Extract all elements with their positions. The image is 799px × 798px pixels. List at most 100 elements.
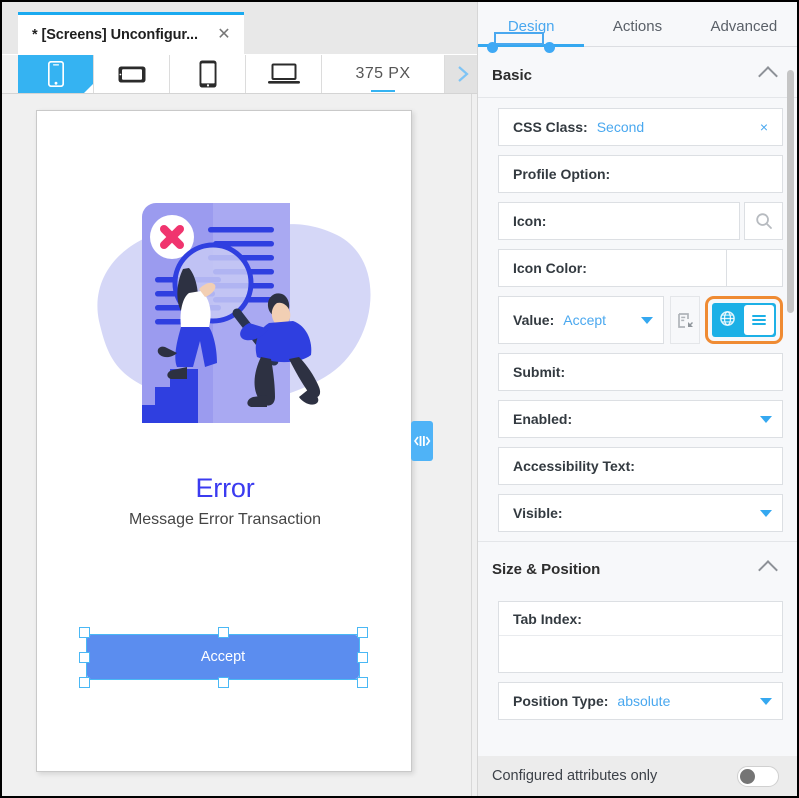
- field-row-enabled: Enabled:: [498, 400, 783, 438]
- chevron-right-icon: [458, 66, 469, 82]
- illustration-svg: [97, 203, 371, 423]
- expression-editor-button[interactable]: [670, 296, 700, 344]
- basic-fields: CSS Class: Second × Profile Option: Icon…: [478, 98, 797, 532]
- error-search-illustration: [37, 171, 411, 451]
- position-type-field[interactable]: Position Type: absolute: [498, 682, 783, 720]
- tablet-portrait-icon: [199, 60, 216, 88]
- value-field[interactable]: Value: Accept: [498, 296, 664, 344]
- list-lines-icon: [752, 315, 766, 325]
- chevron-down-icon[interactable]: [760, 415, 772, 423]
- resize-handle-w[interactable]: [79, 652, 90, 663]
- chevron-up-icon[interactable]: [758, 559, 778, 580]
- profile-option-label: Profile Option:: [513, 166, 611, 182]
- toggle-knob: [740, 768, 755, 784]
- close-icon[interactable]: ✕: [214, 25, 234, 45]
- field-row-css-class: CSS Class: Second ×: [498, 108, 783, 146]
- tab-advanced[interactable]: Advanced: [691, 18, 797, 46]
- accept-button[interactable]: Accept: [87, 635, 359, 679]
- icon-color-label: Icon Color:: [513, 260, 587, 276]
- chevron-down-icon[interactable]: [760, 697, 772, 705]
- css-class-field[interactable]: CSS Class: Second ×: [498, 108, 783, 146]
- field-row-icon: Icon:: [498, 202, 783, 240]
- device-preview-frame[interactable]: Error Message Error Transaction Accept: [36, 110, 412, 772]
- chevron-down-icon[interactable]: [641, 316, 653, 324]
- app-window: * [Screens] Unconfigur... ✕ 375 PX Error…: [0, 0, 799, 798]
- tab-design-label: Design: [507, 18, 555, 35]
- error-subtitle: Message Error Transaction: [128, 511, 322, 528]
- icon-color-field[interactable]: Icon Color:: [498, 249, 783, 287]
- tab-index-field[interactable]: Tab Index:: [498, 601, 783, 673]
- visible-label: Visible:: [513, 505, 563, 521]
- icon-color-swatch[interactable]: [726, 250, 782, 286]
- splitter-arrows-icon: [414, 436, 431, 446]
- tab-design[interactable]: Design: [478, 18, 585, 47]
- translate-globe-icon: [719, 310, 735, 326]
- collapse-splitter-icon[interactable]: [411, 421, 433, 461]
- resize-handle-ne[interactable]: [357, 627, 368, 638]
- tab-index-label: Tab Index:: [513, 611, 582, 627]
- zoom-field[interactable]: 375 PX: [322, 55, 445, 93]
- resize-handle-e[interactable]: [357, 652, 368, 663]
- resize-handle-n[interactable]: [218, 627, 229, 638]
- field-row-visible: Visible:: [498, 494, 783, 532]
- zoom-value: 375 PX: [355, 65, 411, 82]
- profile-option-field[interactable]: Profile Option:: [498, 155, 783, 193]
- tab-actions[interactable]: Actions: [584, 18, 690, 46]
- resize-handle-nw[interactable]: [79, 627, 90, 638]
- value-value: Accept: [563, 312, 607, 328]
- field-row-icon-color: Icon Color:: [498, 249, 783, 287]
- section-header-size-position[interactable]: Size & Position: [478, 541, 797, 591]
- tab-actions-label: Actions: [612, 18, 663, 35]
- icon-label: Icon:: [513, 213, 547, 229]
- list-lines-button[interactable]: [744, 305, 774, 335]
- resize-handle-se[interactable]: [357, 677, 368, 688]
- icon-search-button[interactable]: [744, 202, 783, 240]
- editor-tab[interactable]: * [Screens] Unconfigur... ✕: [18, 12, 244, 55]
- chevron-up-icon[interactable]: [758, 65, 778, 86]
- position-type-label: Position Type:: [513, 693, 609, 709]
- panel-footer: Configured attributes only: [478, 756, 797, 796]
- chevron-down-icon[interactable]: [760, 509, 772, 517]
- resize-handle-s[interactable]: [218, 677, 229, 688]
- selected-widget-wrapper[interactable]: Accept: [79, 627, 368, 688]
- toolbar-spacer: [2, 55, 18, 93]
- field-row-submit: Submit:: [498, 353, 783, 391]
- css-class-label: CSS Class:: [513, 119, 588, 135]
- device-button-phone-portrait[interactable]: [18, 55, 94, 93]
- enabled-field[interactable]: Enabled:: [498, 400, 783, 438]
- properties-panel: Design Actions Advanced Basic CSS Class:…: [477, 2, 797, 796]
- css-class-value: Second: [596, 119, 645, 135]
- accessibility-text-label: Accessibility Text:: [513, 458, 635, 474]
- editor-tab-label: * [Screens] Unconfigur...: [32, 27, 198, 43]
- phone-portrait-icon: [47, 61, 64, 87]
- panel-scrollbar-thumb[interactable]: [787, 70, 794, 313]
- section-title-basic: Basic: [492, 67, 533, 84]
- phone-landscape-icon: [118, 66, 145, 82]
- design-canvas[interactable]: Error Message Error Transaction Accept: [2, 94, 481, 796]
- position-type-value: absolute: [617, 693, 671, 709]
- device-button-phone-landscape[interactable]: [94, 55, 170, 93]
- accessibility-text-field[interactable]: Accessibility Text:: [498, 447, 783, 485]
- configured-attributes-toggle[interactable]: [737, 765, 779, 787]
- toolbar-next-button[interactable]: [445, 55, 481, 93]
- visible-field[interactable]: Visible:: [498, 494, 783, 532]
- device-button-laptop[interactable]: [246, 55, 322, 93]
- panel-scroll-area[interactable]: Basic CSS Class: Second × Profile Option…: [478, 48, 797, 756]
- icon-field[interactable]: Icon:: [498, 202, 740, 240]
- field-row-profile-option: Profile Option:: [498, 155, 783, 193]
- enabled-label: Enabled:: [513, 411, 573, 427]
- configured-attributes-label: Configured attributes only: [492, 768, 658, 784]
- device-button-tablet-portrait[interactable]: [170, 55, 246, 93]
- translate-globe-button[interactable]: [712, 303, 742, 333]
- resize-handle-sw[interactable]: [79, 677, 90, 688]
- value-mode-highlight: [705, 296, 783, 344]
- submit-field[interactable]: Submit:: [498, 353, 783, 391]
- field-row-position-type: Position Type: absolute: [498, 682, 783, 720]
- value-mode-segmented-control: [712, 303, 776, 337]
- laptop-icon: [267, 63, 300, 84]
- search-icon: [755, 213, 772, 229]
- device-toolbar: 375 PX: [2, 55, 481, 94]
- section-header-basic[interactable]: Basic: [478, 48, 797, 98]
- value-label: Value:: [513, 312, 555, 328]
- clear-icon[interactable]: ×: [756, 119, 772, 135]
